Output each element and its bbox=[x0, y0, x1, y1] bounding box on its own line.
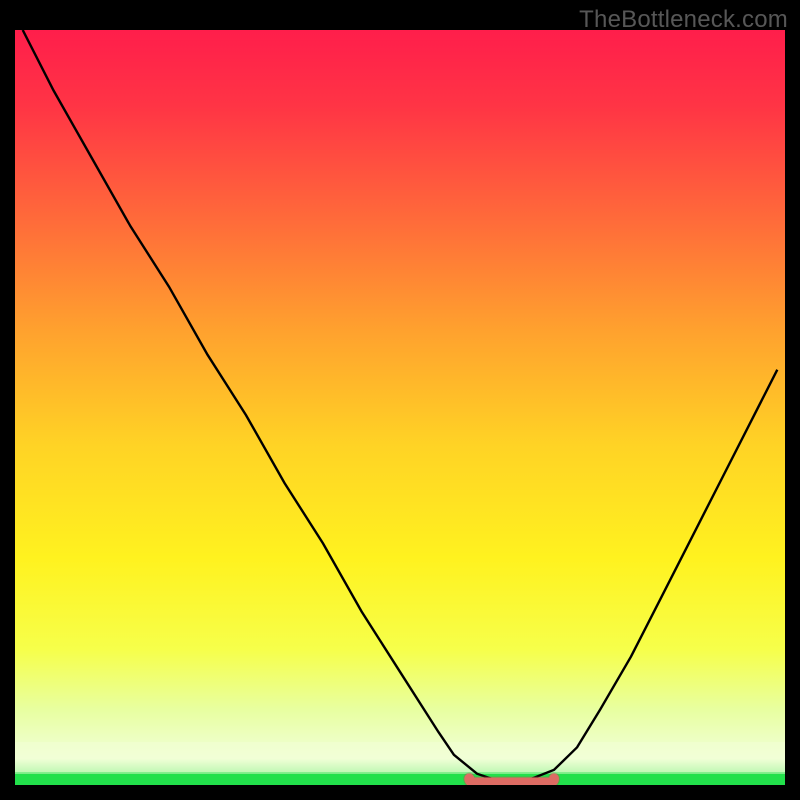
green-baseline-band bbox=[15, 774, 785, 785]
bottleneck-chart bbox=[15, 30, 785, 785]
pale-band bbox=[15, 742, 785, 772]
chart-frame bbox=[15, 30, 785, 785]
optimal-range-marker bbox=[469, 779, 554, 783]
